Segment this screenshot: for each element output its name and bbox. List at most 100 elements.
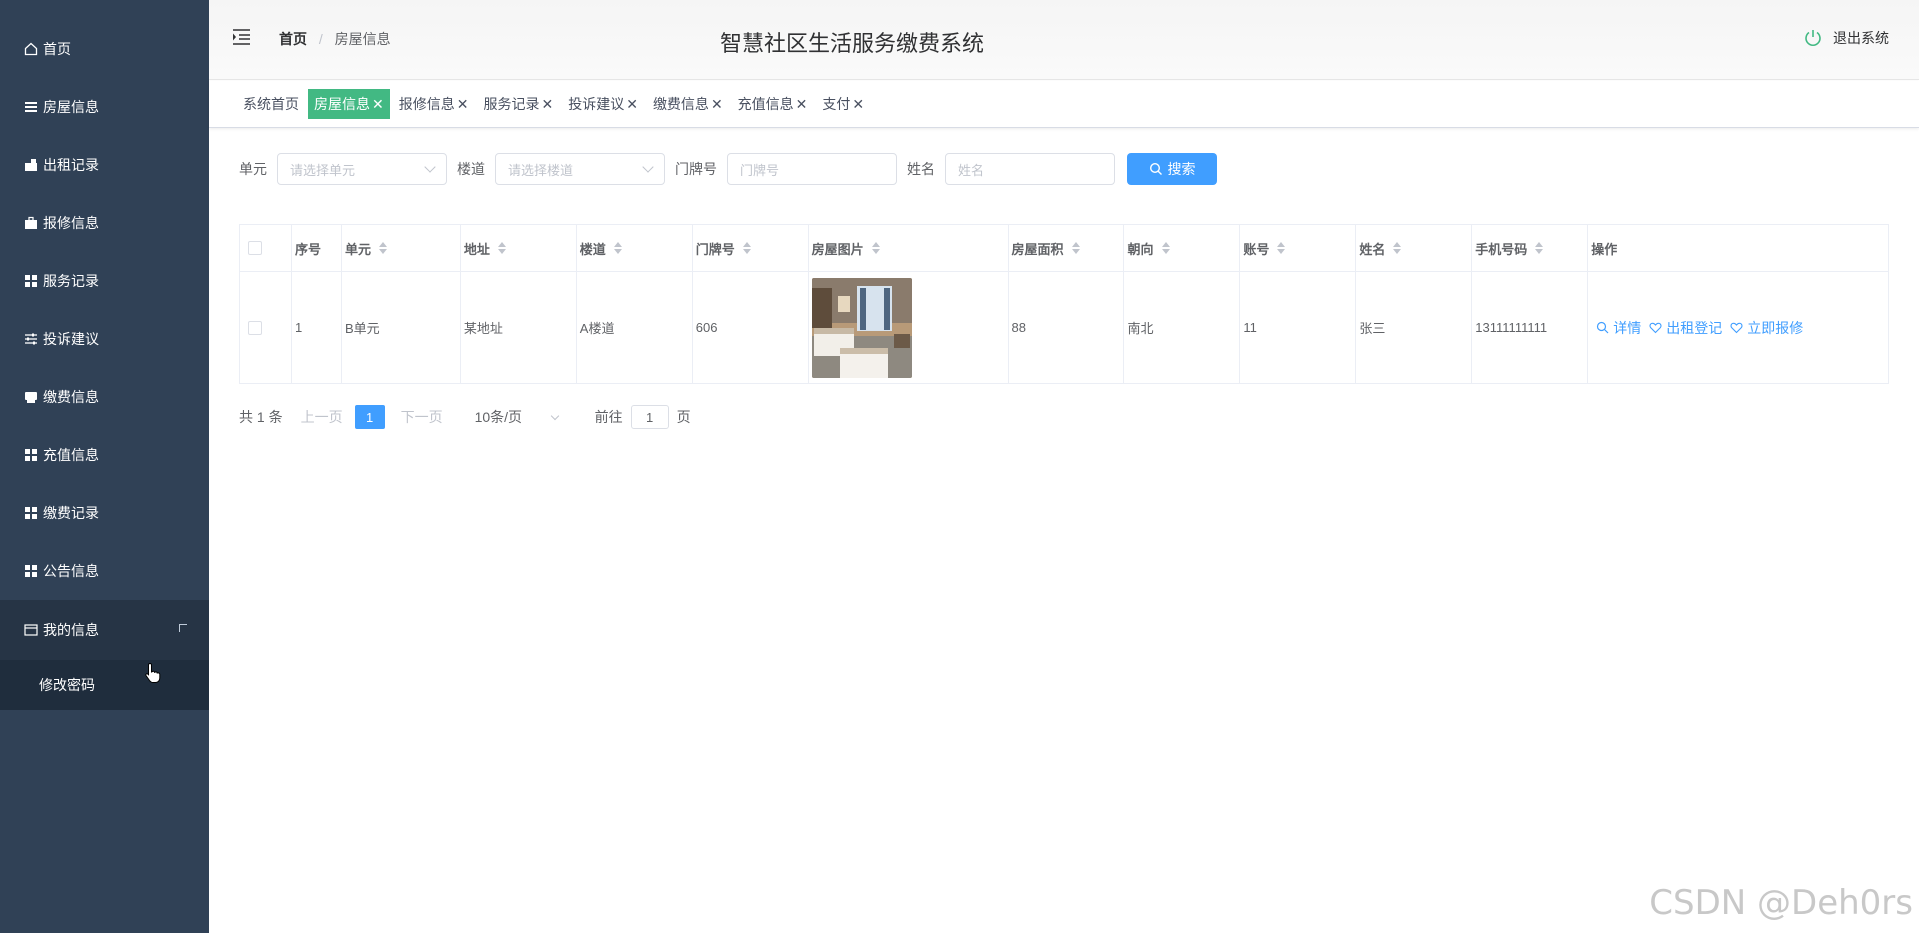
sort-icon[interactable] <box>1535 242 1544 254</box>
page-number-current[interactable]: 1 <box>354 405 385 429</box>
row-actions: 详情 出租登记 立即报修 <box>1591 318 1811 338</box>
select-all-cell <box>240 225 292 272</box>
sort-icon[interactable] <box>742 242 751 254</box>
sort-icon[interactable] <box>871 242 880 254</box>
door-number-input[interactable]: 门牌号 <box>727 153 897 185</box>
close-icon[interactable]: ✕ <box>541 96 553 113</box>
tag-complaints[interactable]: 投诉建议 ✕ <box>562 89 644 119</box>
column-header[interactable]: 房屋面积 <box>1008 225 1125 272</box>
sidebar-item-repair-info[interactable]: 报修信息 <box>0 194 209 252</box>
sort-icon[interactable] <box>378 242 387 254</box>
page-title: 智慧社区生活服务缴费系统 <box>719 31 984 56</box>
sidebar-item-label: 出租记录 <box>43 157 99 173</box>
close-icon[interactable]: ✕ <box>796 96 808 113</box>
sidebar-item-label: 充值信息 <box>43 447 99 463</box>
chevron-down-icon <box>642 161 654 173</box>
column-header[interactable]: 房屋图片 <box>808 225 1009 272</box>
sidebar-item-complaints[interactable]: 投诉建议 <box>0 310 209 368</box>
tag-label: 系统首页 <box>243 96 299 112</box>
tag-payment[interactable]: 支付 ✕ <box>816 89 870 119</box>
search-form: 单元 请选择单元 楼道 请选择楼道 门牌号 门牌号 姓名 姓名 搜索 <box>239 153 1217 185</box>
sort-icon[interactable] <box>1393 242 1402 254</box>
cell-index: 1 <box>291 272 342 384</box>
sort-icon[interactable] <box>613 242 622 254</box>
rent-register-button[interactable]: 出租登记 <box>1649 318 1722 338</box>
sidebar-item-label: 报修信息 <box>43 215 99 231</box>
sidebar-item-house-info[interactable]: 房屋信息 <box>0 78 209 136</box>
tag-repair-info[interactable]: 报修信息 ✕ <box>393 89 475 119</box>
sidebar-item-announcements[interactable]: 公告信息 <box>0 542 209 600</box>
close-icon[interactable]: ✕ <box>626 96 638 113</box>
sort-icon[interactable] <box>1161 242 1170 254</box>
sidebar-item-service-records[interactable]: 服务记录 <box>0 252 209 310</box>
tag-recharge-info[interactable]: 充值信息 ✕ <box>732 89 814 119</box>
close-icon[interactable]: ✕ <box>852 96 864 113</box>
row-checkbox[interactable] <box>248 320 262 335</box>
tag-label: 充值信息 <box>737 96 794 112</box>
rent-icon <box>23 157 39 173</box>
sidebar-item-label: 缴费记录 <box>43 505 99 521</box>
column-header[interactable]: 地址 <box>460 225 577 272</box>
cell-photo <box>808 272 1009 384</box>
sidebar-item-payment-info[interactable]: 缴费信息 <box>0 368 209 426</box>
tag-house-info[interactable]: 房屋信息 ✕ <box>308 89 390 119</box>
sidebar-menu-label: 我的信息 <box>43 622 99 638</box>
briefcase-icon <box>23 215 39 231</box>
column-header[interactable]: 朝向 <box>1124 225 1241 272</box>
next-page-button[interactable]: 下一页 <box>401 407 443 427</box>
sort-icon[interactable] <box>1071 242 1080 254</box>
column-header[interactable]: 手机号码 <box>1472 225 1589 272</box>
building-select[interactable]: 请选择楼道 <box>495 153 665 185</box>
cell-unit: B单元 <box>341 272 461 384</box>
building-placeholder: 请选择楼道 <box>508 162 574 178</box>
sidebar-item-payment-records[interactable]: 缴费记录 <box>0 484 209 542</box>
goto-page-input[interactable]: 1 <box>630 405 669 429</box>
column-header-label: 账号 <box>1243 241 1270 257</box>
column-header-label: 操作 <box>1591 241 1618 257</box>
close-icon[interactable]: ✕ <box>457 96 469 113</box>
sidebar-subitem-change-password[interactable]: 修改密码 <box>0 660 209 710</box>
tag-label: 缴费信息 <box>652 96 709 112</box>
row-select-cell <box>240 272 292 384</box>
column-header-label: 房屋面积 <box>1011 241 1064 257</box>
house-photo[interactable] <box>811 277 912 378</box>
home-icon <box>23 41 39 57</box>
column-header-label: 房屋图片 <box>811 241 864 257</box>
logout-button[interactable]: 退出系统 <box>1803 28 1889 48</box>
sidebar-item-recharge-info[interactable]: 充值信息 <box>0 426 209 484</box>
column-header-label: 序号 <box>294 241 321 257</box>
sort-icon[interactable] <box>497 242 506 254</box>
sidebar-item-rent-records[interactable]: 出租记录 <box>0 136 209 194</box>
tag-system-home[interactable]: 系统首页 <box>237 89 305 119</box>
table-row: 1 B单元 某地址 A楼道 606 88 南北 11 张三 1311111111… <box>240 272 1890 384</box>
page-size-value: 10条/页 <box>474 409 523 425</box>
repair-button[interactable]: 立即报修 <box>1730 318 1803 338</box>
sidebar-menu-my-info[interactable]: 我的信息 <box>0 600 209 660</box>
unit-select[interactable]: 请选择单元 <box>277 153 447 185</box>
power-icon <box>1805 30 1821 46</box>
sidebar-item-home[interactable]: 首页 <box>0 20 209 78</box>
select-all-checkbox[interactable] <box>248 241 262 255</box>
printer-icon <box>23 389 39 405</box>
grid-icon <box>23 273 39 289</box>
column-header[interactable]: 单元 <box>341 225 461 272</box>
cell-area: 88 <box>1008 272 1125 384</box>
search-button[interactable]: 搜索 <box>1127 153 1217 185</box>
column-header[interactable]: 门牌号 <box>692 225 809 272</box>
tag-service-records[interactable]: 服务记录 ✕ <box>477 89 559 119</box>
close-icon[interactable]: ✕ <box>372 96 384 113</box>
prev-page-button[interactable]: 上一页 <box>301 407 343 427</box>
column-header-label: 单元 <box>344 241 371 257</box>
page-size-select[interactable]: 10条/页 <box>475 407 595 427</box>
column-header[interactable]: 姓名 <box>1356 225 1473 272</box>
sort-icon[interactable] <box>1277 242 1286 254</box>
close-icon[interactable]: ✕ <box>711 96 723 113</box>
chevron-down-icon <box>424 161 436 173</box>
detail-button[interactable]: 详情 <box>1596 318 1641 338</box>
column-header[interactable]: 账号 <box>1240 225 1357 272</box>
cell-door: 606 <box>692 272 809 384</box>
tag-payment-info[interactable]: 缴费信息 ✕ <box>647 89 729 119</box>
column-header[interactable]: 楼道 <box>576 225 693 272</box>
cell-actions: 详情 出租登记 立即报修 <box>1588 272 1890 384</box>
name-input[interactable]: 姓名 <box>945 153 1115 185</box>
